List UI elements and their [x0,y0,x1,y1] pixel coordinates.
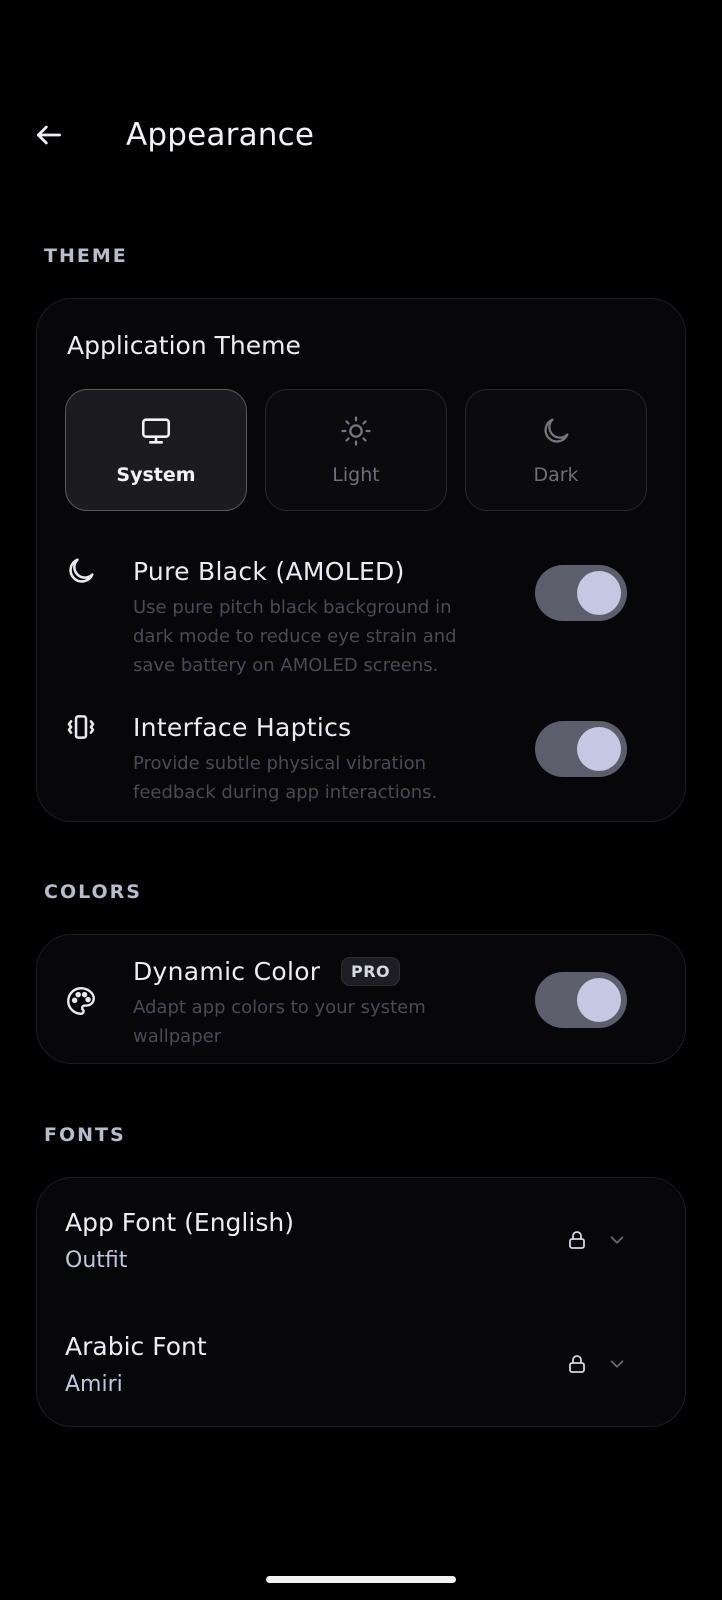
sun-icon [341,416,371,446]
toggle-knob [577,978,621,1022]
lock-icon [569,1355,585,1373]
moon-icon [544,418,569,443]
app-font-selector[interactable]: App Font (English) Outfit [37,1178,687,1302]
interface-haptics-toggle[interactable] [535,721,627,777]
arabic-font-value: Amiri [65,1372,123,1397]
arrow-left-icon [37,125,61,145]
fonts-card: App Font (English) Outfit Arabic Font Am… [36,1177,686,1427]
theme-option-light[interactable]: Light [265,389,447,511]
theme-option-label: Light [332,464,380,486]
vibration-icon [67,715,95,739]
toggle-knob [577,727,621,771]
moon-icon [69,558,94,583]
app-font-value: Outfit [65,1248,128,1273]
theme-option-dark[interactable]: Dark [465,389,647,511]
theme-card: Application Theme System Light Dark Pure… [36,298,686,822]
dynamic-color-title: Dynamic Color [133,957,321,986]
toggle-knob [577,571,621,615]
arabic-font-selector[interactable]: Arabic Font Amiri [37,1302,687,1426]
pro-badge: PRO [341,957,401,986]
interface-haptics-title: Interface Haptics [133,713,352,742]
application-theme-heading: Application Theme [67,331,301,360]
back-button[interactable] [28,114,70,156]
dynamic-color-toggle[interactable] [535,972,627,1028]
top-app-bar: Appearance [0,100,722,170]
interface-haptics-description: Provide subtle physical vibration feedba… [133,753,438,803]
home-indicator[interactable] [266,1576,456,1583]
section-label-colors: COLORS [44,881,142,903]
arabic-font-label: Arabic Font [65,1332,207,1361]
pure-black-title: Pure Black (AMOLED) [133,557,405,586]
dynamic-color-description: Adapt app colors to your system wallpape… [133,997,426,1047]
monitor-icon [141,418,171,444]
theme-option-label: System [116,464,196,486]
chevron-down-icon [610,1360,624,1368]
section-label-fonts: FONTS [44,1124,126,1146]
app-font-label: App Font (English) [65,1208,294,1237]
lock-icon [569,1231,585,1249]
pure-black-toggle[interactable] [535,565,627,621]
theme-option-system[interactable]: System [65,389,247,511]
theme-option-label: Dark [533,464,579,486]
page-title: Appearance [126,117,315,153]
pure-black-description: Use pure pitch black background in dark … [133,597,457,676]
section-label-theme: THEME [44,245,128,267]
chevron-down-icon [610,1236,624,1244]
palette-icon [67,987,95,1015]
colors-card: Dynamic Color PRO Adapt app colors to yo… [36,934,686,1064]
